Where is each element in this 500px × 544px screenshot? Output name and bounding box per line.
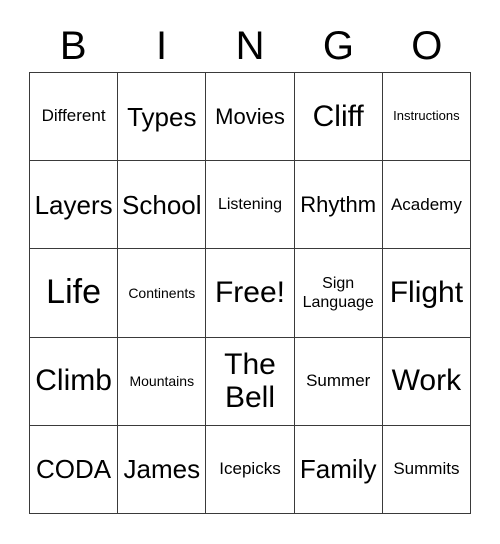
bingo-cell-label: Summer	[306, 371, 371, 390]
bingo-cell-label: Types	[127, 101, 197, 132]
bingo-header-letter-o: O	[411, 24, 443, 68]
bingo-cell-label: Different	[41, 106, 106, 126]
bingo-header-letter-b: B	[59, 24, 87, 68]
bingo-cell-r4c1[interactable]: Climb	[30, 337, 119, 426]
bingo-header-row: B I N G O	[29, 20, 471, 72]
bingo-cell-r2c4[interactable]: Rhythm	[294, 161, 383, 250]
bingo-cell-r5c2[interactable]: James	[118, 425, 207, 514]
bingo-cell-r3c2[interactable]: Continents	[118, 249, 207, 338]
bingo-cell-r2c5[interactable]: Academy	[382, 161, 471, 250]
bingo-cell-label: Listening	[217, 196, 283, 214]
bingo-cell-label: Sign Language	[302, 274, 374, 311]
bingo-cell-label: Layers	[34, 189, 113, 220]
bingo-cell-label: Icepicks	[219, 459, 281, 479]
bingo-cell-label: The Bell	[224, 347, 276, 415]
bingo-cell-r2c3[interactable]: Listening	[206, 161, 295, 250]
bingo-cell-r1c5[interactable]: Instructions	[382, 73, 471, 162]
bingo-cell-label: Summits	[393, 459, 460, 479]
bingo-card: B I N G O Different Types Movies Cliff I…	[0, 0, 500, 544]
bingo-cell-label: Climb	[35, 364, 112, 398]
bingo-cell-r5c1[interactable]: CODA	[30, 425, 119, 514]
bingo-cell-r1c3[interactable]: Movies	[206, 73, 295, 162]
bingo-cell-label: Flight	[389, 276, 464, 310]
bingo-cell-label: Family	[299, 454, 377, 485]
bingo-cell-label: James	[123, 454, 201, 485]
bingo-cell-r1c2[interactable]: Types	[118, 73, 207, 162]
bingo-header-letter-i: I	[156, 24, 168, 68]
bingo-cell-r3c5[interactable]: Flight	[382, 249, 471, 338]
bingo-cell-label: Cliff	[312, 99, 364, 133]
bingo-cell-label: Continents	[128, 284, 196, 301]
bingo-cell-r1c4[interactable]: Cliff	[294, 73, 383, 162]
bingo-cell-r5c5[interactable]: Summits	[382, 425, 471, 514]
bingo-cell-label: Work	[391, 364, 462, 398]
bingo-cell-label: Movies	[215, 103, 285, 129]
bingo-free-space-label: Free!	[214, 276, 285, 310]
bingo-cell-label: School	[122, 189, 202, 220]
bingo-cell-r5c3[interactable]: Icepicks	[206, 425, 295, 514]
bingo-cell-r4c2[interactable]: Mountains	[118, 337, 207, 426]
bingo-cell-r2c1[interactable]: Layers	[30, 161, 119, 250]
bingo-cell-r3c4[interactable]: Sign Language	[294, 249, 383, 338]
bingo-cell-label: Mountains	[129, 373, 195, 390]
bingo-cell-r2c2[interactable]: School	[118, 161, 207, 250]
bingo-cell-r5c4[interactable]: Family	[294, 425, 383, 514]
bingo-cell-r1c1[interactable]: Different	[30, 73, 119, 162]
bingo-cell-free-space[interactable]: Free!	[206, 249, 295, 338]
bingo-header-letter-n: N	[235, 24, 265, 68]
bingo-cell-r4c4[interactable]: Summer	[294, 337, 383, 426]
bingo-cell-r3c1[interactable]: Life	[30, 249, 119, 338]
bingo-header-letter-g: G	[322, 24, 354, 68]
bingo-cell-label: Instructions	[393, 108, 460, 124]
bingo-cell-label: Rhythm	[300, 191, 377, 217]
bingo-grid: Different Types Movies Cliff Instruction…	[29, 72, 471, 514]
bingo-cell-label: Academy	[390, 194, 462, 214]
bingo-cell-label: Life	[46, 273, 101, 312]
bingo-cell-r4c5[interactable]: Work	[382, 337, 471, 426]
bingo-cell-label: CODA	[36, 454, 112, 485]
bingo-cell-r4c3[interactable]: The Bell	[206, 337, 295, 426]
